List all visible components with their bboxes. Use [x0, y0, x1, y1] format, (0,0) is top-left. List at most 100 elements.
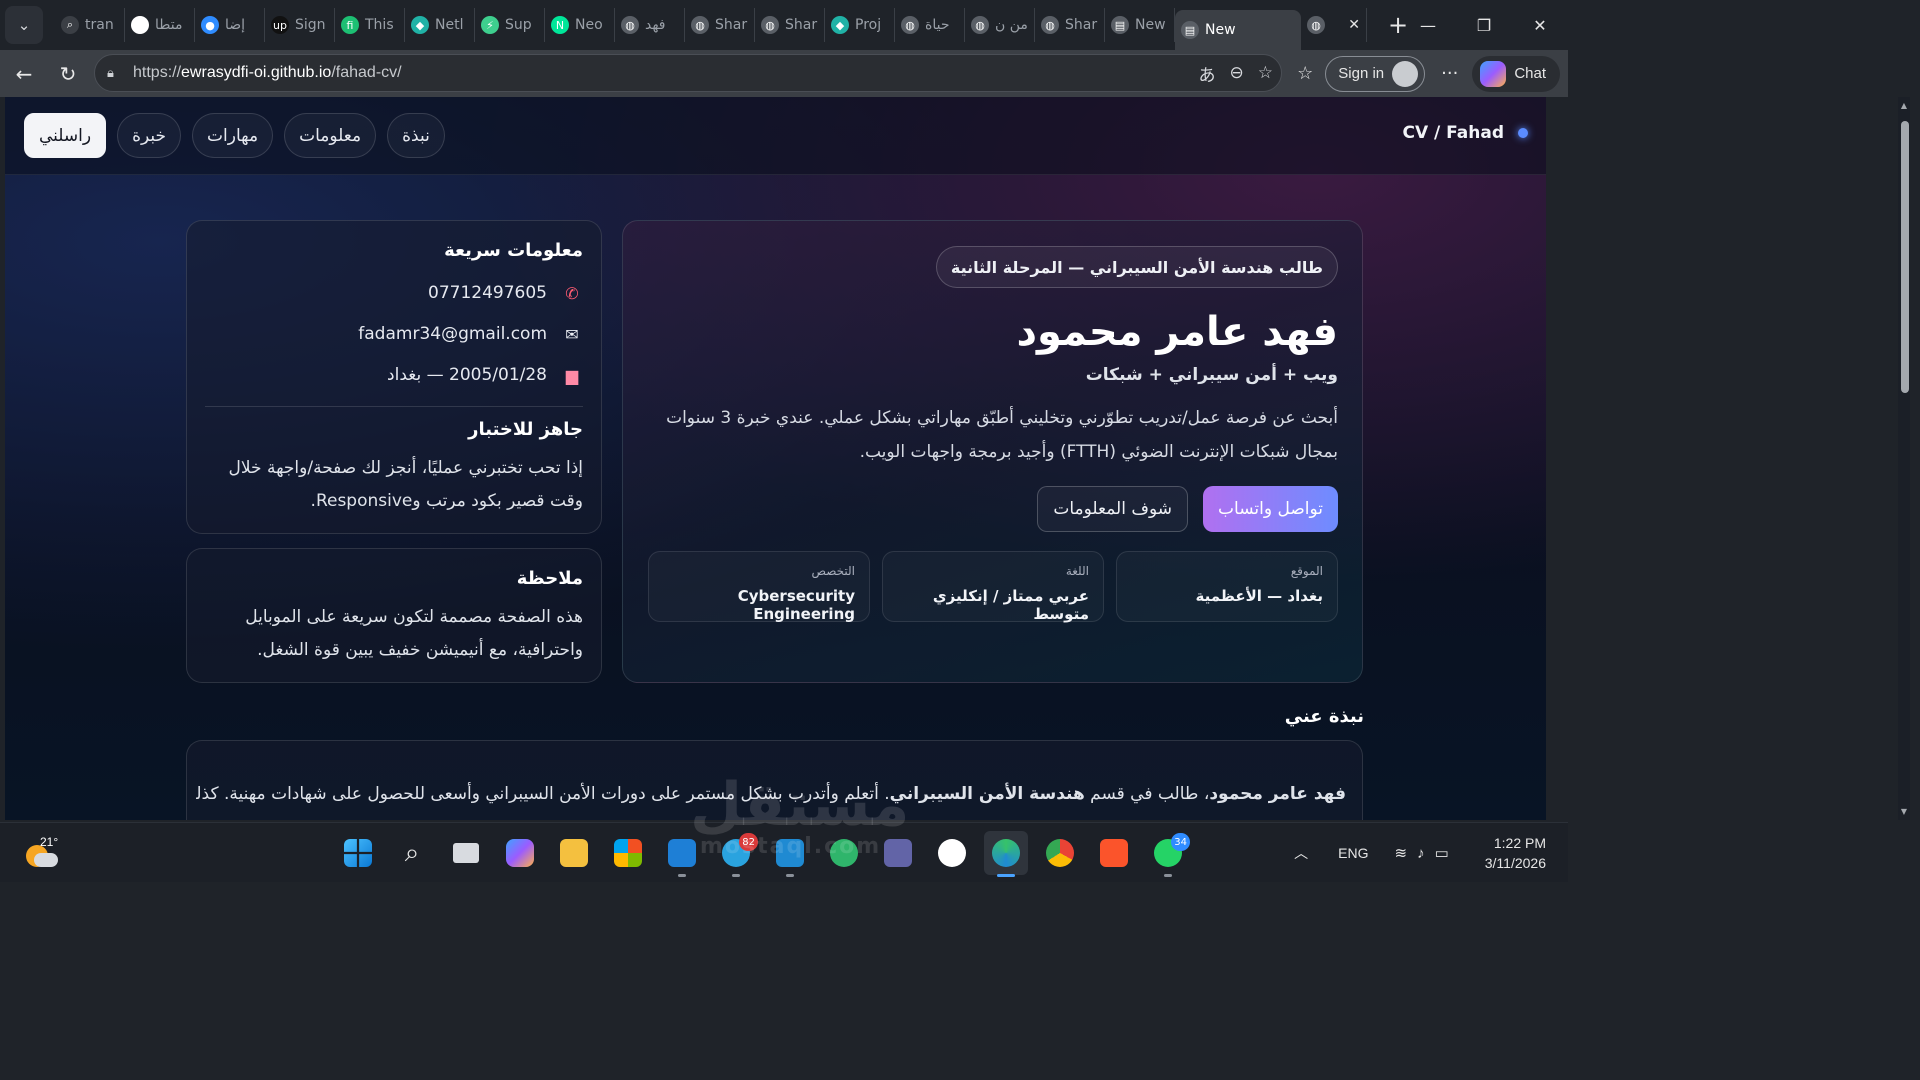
- brand-dot-icon: [1518, 128, 1528, 138]
- stat-language: اللغة عربي ممتاز / إنكليزي متوسط: [882, 551, 1104, 623]
- tab-label: من ن: [995, 17, 1028, 33]
- stat-label: الموقع: [1290, 564, 1323, 578]
- nav-about-link[interactable]: نبذة: [387, 113, 445, 158]
- minimize-button[interactable]: —: [1400, 0, 1456, 50]
- copilot-icon: [506, 839, 534, 867]
- translate-icon[interactable]: あ: [1199, 61, 1216, 86]
- about-department: هندسة الأمن السيبراني: [889, 784, 1085, 804]
- refresh-button[interactable]: ↻: [48, 54, 88, 94]
- browser-tab[interactable]: ● إضا: [195, 8, 265, 42]
- teams-icon: [884, 839, 912, 867]
- stat-major: التخصص Cybersecurity Engineering: [648, 551, 870, 623]
- birth-date: 2005/01/28 — بغداد: [387, 365, 547, 385]
- browser-tab[interactable]: ▤ New: [1105, 8, 1175, 42]
- start-button[interactable]: [336, 831, 380, 875]
- clock-date: 3/11/2026: [1484, 855, 1546, 871]
- quick-info-title: معلومات سريعة: [444, 240, 583, 261]
- url-scheme: https://: [133, 64, 182, 81]
- note-card: ملاحظة هذه الصفحة مصممة لتكون سريعة على …: [186, 548, 602, 683]
- tab-label: Shar: [785, 17, 818, 33]
- brand-text: CV / Fahad: [1402, 123, 1504, 143]
- clock[interactable]: 1:22 PM 3/11/2026: [1485, 833, 1546, 873]
- temperature: 21°: [40, 835, 59, 849]
- newtab-icon: ▤: [1181, 21, 1199, 39]
- globe-icon: ◍: [901, 16, 919, 34]
- edge-app[interactable]: [984, 831, 1028, 877]
- app-icon: [938, 839, 966, 867]
- browser-tab-active[interactable]: ▤ New: [1175, 10, 1301, 50]
- url-path: /fahad-cv/: [331, 64, 402, 81]
- brave-app[interactable]: [1092, 831, 1136, 875]
- scroll-down-icon[interactable]: ▼: [1898, 807, 1910, 816]
- view-info-button[interactable]: شوف المعلومات: [1037, 486, 1188, 532]
- browser-tab[interactable]: N Neo: [545, 8, 615, 42]
- more-icon[interactable]: ···: [1441, 63, 1458, 84]
- nav-experience-link[interactable]: خبرة: [117, 113, 182, 158]
- chevron-down-icon: ⌄: [17, 16, 31, 34]
- browser-tab[interactable]: ◎ متطا: [125, 8, 195, 42]
- arrow-left-icon: ←: [15, 61, 33, 86]
- browser-tab[interactable]: ◆ Proj: [825, 8, 895, 42]
- mail-icon: ✉: [565, 324, 579, 344]
- lock-icon: 🔒︎: [107, 65, 114, 81]
- browser-tab-current[interactable]: ◍ ✕: [1301, 8, 1367, 42]
- wifi-volume-battery-icons[interactable]: ≋♪▭: [1395, 844, 1459, 862]
- close-window-button[interactable]: ✕: [1512, 0, 1568, 50]
- browser-tab[interactable]: ⌕ tran: [55, 8, 125, 42]
- nav-info-link[interactable]: معلومات: [284, 113, 377, 158]
- scroll-thumb[interactable]: [1901, 121, 1909, 393]
- task-view-button[interactable]: [444, 831, 488, 875]
- tab-label: إضا: [225, 17, 246, 33]
- close-tab-icon[interactable]: ✕: [1348, 17, 1360, 33]
- star-icon[interactable]: ☆: [1258, 63, 1273, 83]
- whatsapp-button[interactable]: تواصل واتساب: [1203, 486, 1338, 532]
- copilot-app[interactable]: [498, 831, 542, 875]
- file-explorer-app[interactable]: [552, 831, 596, 875]
- phone-row[interactable]: ✆ 07712497605: [428, 283, 583, 303]
- browser-tab[interactable]: ◍ من ن: [965, 8, 1035, 42]
- neon-icon: N: [551, 16, 569, 34]
- weather-widget[interactable]: 21°: [22, 835, 62, 871]
- app-store-app[interactable]: [930, 831, 974, 875]
- back-button[interactable]: ←: [4, 54, 44, 94]
- birth-row: ▆ 2005/01/28 — بغداد: [387, 365, 583, 385]
- browser-tab[interactable]: ◍ Shar: [1035, 8, 1105, 42]
- about-section-title: نبذة عني: [1284, 706, 1364, 727]
- refresh-icon: ↻: [59, 61, 77, 86]
- favorites-icon[interactable]: ☆: [1297, 63, 1313, 84]
- watermark-url: mostaql.com: [700, 834, 882, 859]
- site-nav-menu: راسلني خبرة مهارات معلومات نبذة: [24, 113, 445, 158]
- nav-skills-link[interactable]: مهارات: [192, 113, 274, 158]
- globe-icon: ◍: [971, 16, 989, 34]
- page-scrollbar[interactable]: ▲ ▼: [1898, 97, 1910, 820]
- zoom-icon[interactable]: ⊖: [1230, 63, 1244, 83]
- language-indicator[interactable]: ENG: [1338, 845, 1368, 861]
- browser-tab[interactable]: ◆ Netl: [405, 8, 475, 42]
- scroll-up-icon[interactable]: ▲: [1898, 101, 1910, 110]
- restore-button[interactable]: ❐: [1456, 0, 1512, 50]
- folder-icon: [560, 839, 588, 867]
- nav-contact-button[interactable]: راسلني: [24, 113, 107, 158]
- sign-in-button[interactable]: Sign in: [1325, 55, 1426, 92]
- circle-app-icon: ●: [201, 16, 219, 34]
- email-row[interactable]: ✉ fadamr34@gmail.com: [358, 324, 583, 344]
- chrome-app[interactable]: [1038, 831, 1082, 875]
- browser-tab[interactable]: ◍ Shar: [685, 8, 755, 42]
- address-toolbar: ← ↻ 🔒︎ https://ewrasydfi-oi.github.io/fa…: [0, 50, 1568, 97]
- browser-tab[interactable]: fi This: [335, 8, 405, 42]
- url-text[interactable]: https://ewrasydfi-oi.github.io/fahad-cv/: [133, 64, 402, 82]
- whatsapp-app[interactable]: 34: [1146, 831, 1190, 877]
- browser-tab[interactable]: ◍ فهد: [615, 8, 685, 42]
- browser-tab[interactable]: ◍ Shar: [755, 8, 825, 42]
- store-app[interactable]: [606, 831, 650, 875]
- browser-tab[interactable]: ⚡ Sup: [475, 8, 545, 42]
- tab-actions-menu-button[interactable]: ⌄: [5, 6, 43, 44]
- search-button[interactable]: ⌕: [390, 831, 434, 875]
- chevron-up-icon[interactable]: ︿: [1294, 843, 1308, 863]
- browser-tab[interactable]: ◍ حياة: [895, 8, 965, 42]
- address-bar[interactable]: 🔒︎ https://ewrasydfi-oi.github.io/fahad-…: [94, 54, 1282, 92]
- copilot-chat-button[interactable]: Chat: [1472, 55, 1560, 92]
- tab-label: tran: [85, 17, 114, 33]
- site-brand[interactable]: CV / Fahad: [1402, 123, 1528, 143]
- browser-tab[interactable]: up Sign: [265, 8, 335, 42]
